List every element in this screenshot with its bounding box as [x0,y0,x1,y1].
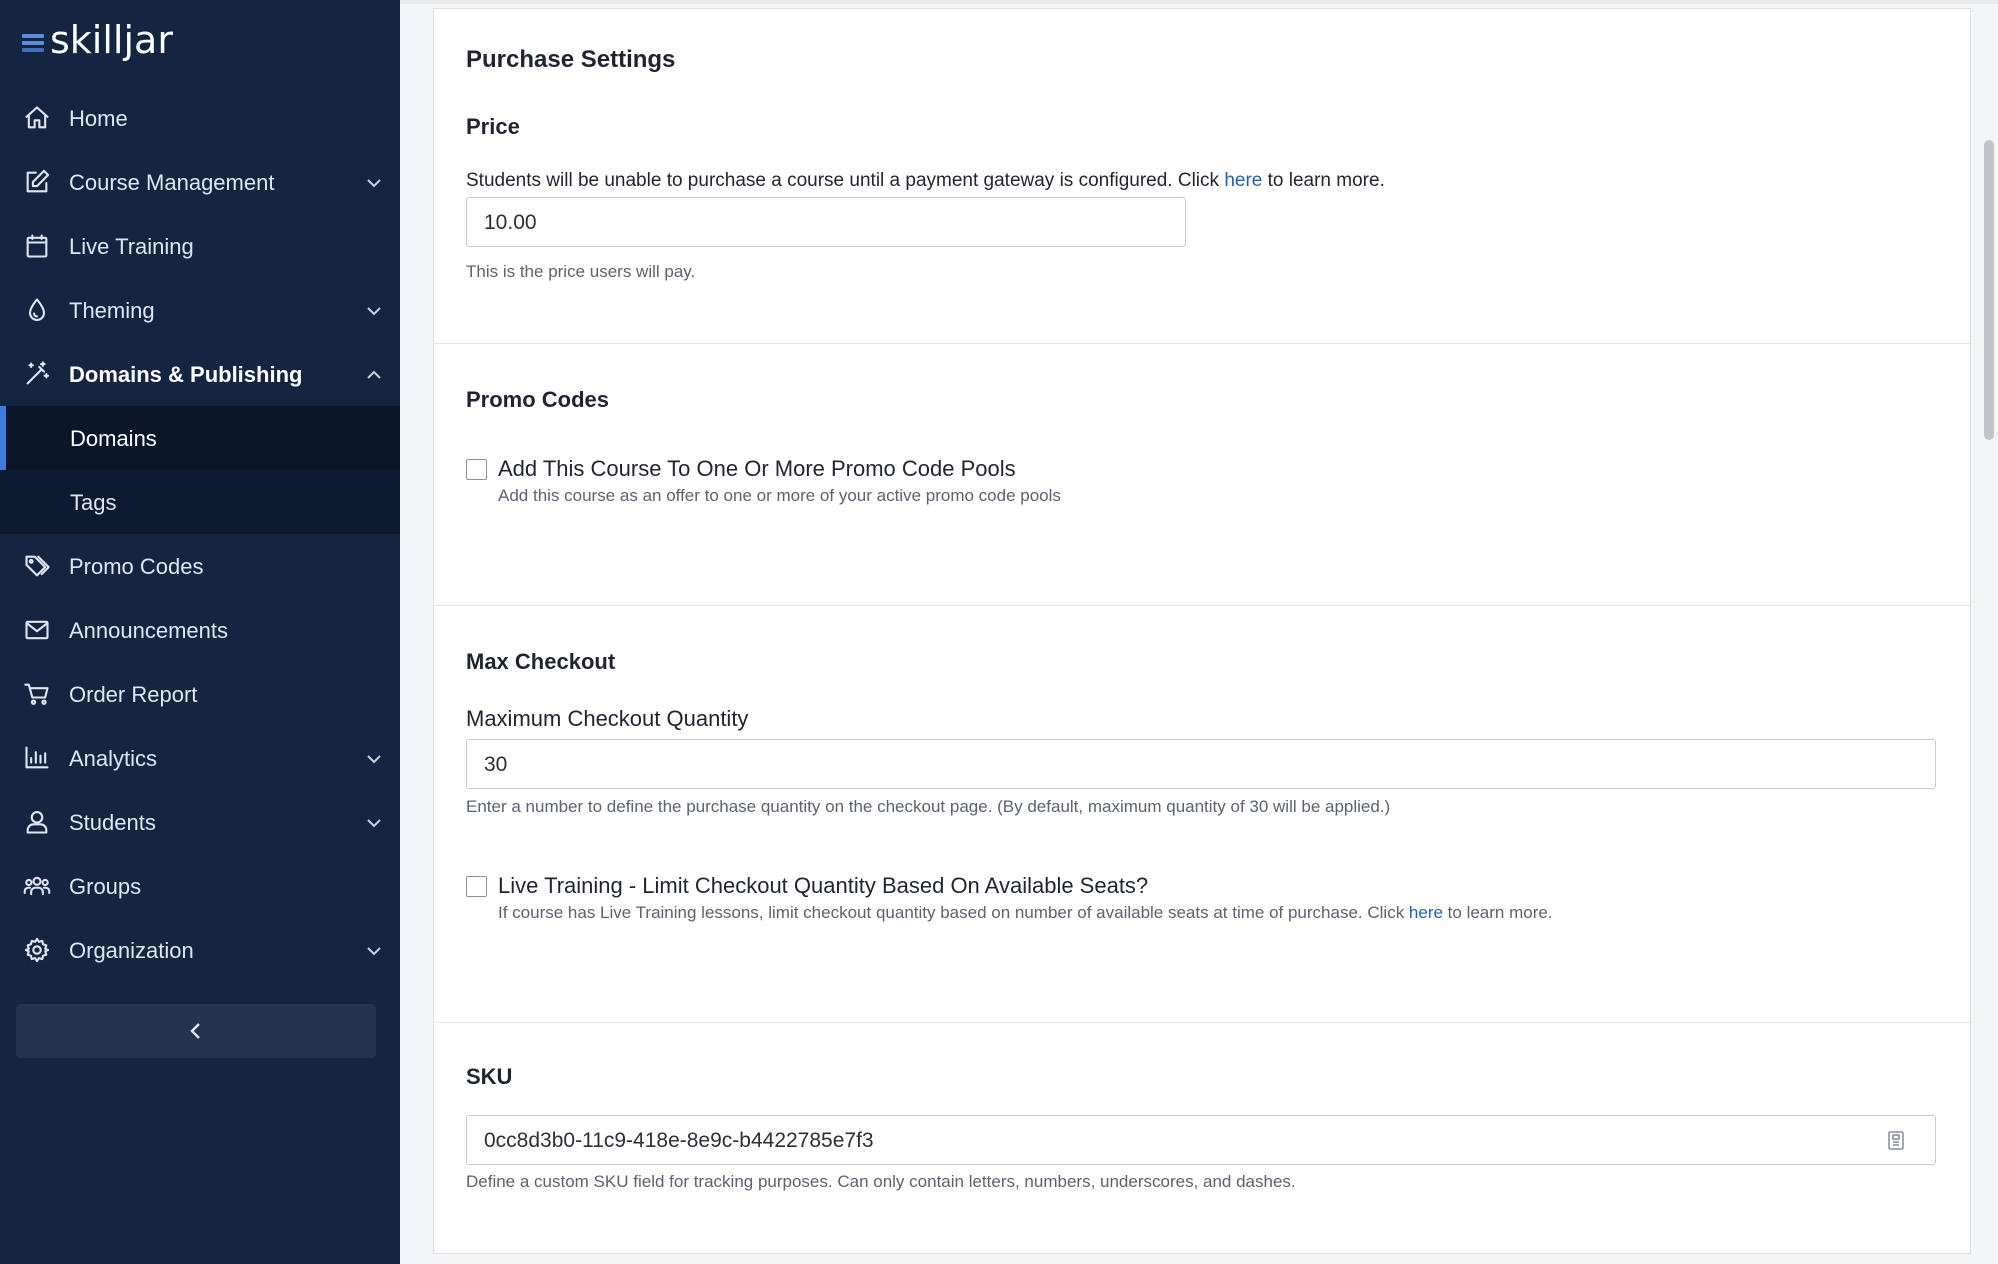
clipboard-icon[interactable] [1887,1130,1905,1150]
skilljar-logo[interactable]: skilljar [22,18,173,62]
sidebar-item-label: Students [69,810,156,835]
promo-pool-label[interactable]: Add This Course To One Or More Promo Cod… [498,456,1016,482]
price-value: 10.00 [484,211,537,234]
sidebar-item-theming[interactable]: Theming [0,278,400,342]
max-checkout-heading: Max Checkout [466,649,616,674]
sidebar-subitem-domains[interactable]: Domains [0,406,400,470]
max-checkout-section: Max Checkout Maximum Checkout Quantity 3… [434,606,1970,1023]
chevron-down-icon[interactable] [366,304,382,316]
sidebar-item-groups[interactable]: Groups [0,854,400,918]
max-checkout-help: Enter a number to define the purchase qu… [466,797,1391,816]
chevron-up-icon[interactable] [366,368,382,380]
sidebar-subitem-label: Tags [70,490,117,515]
live-training-limit-help: If course has Live Training lessons, lim… [498,903,1553,922]
max-checkout-input[interactable]: 30 [466,739,1936,789]
max-checkout-value: 30 [484,753,508,776]
sidebar-item-label: Groups [69,874,142,899]
chevron-down-icon[interactable] [366,944,382,956]
sidebar-item-live-training[interactable]: Live Training [0,214,400,278]
sidebar-nav: Home Course Management Live Training The… [0,86,400,982]
sidebar-item-label: Announcements [69,618,228,643]
promo-codes-section: Promo Codes Add This Course To One Or Mo… [434,344,1970,606]
sidebar-item-organization[interactable]: Organization [0,918,400,982]
sidebar-item-label: Theming [69,298,155,323]
sidebar-item-label: Order Report [69,682,198,707]
price-section: Purchase Settings Price Students will be… [434,9,1970,344]
learn-more-link[interactable]: here [1224,170,1262,191]
edit-icon [22,169,52,195]
chevron-down-icon[interactable] [366,816,382,828]
sidebar-item-students[interactable]: Students [0,790,400,854]
gear-icon [22,937,52,963]
page-title: Purchase Settings [466,46,676,73]
live-training-limit-checkbox[interactable] [466,876,487,897]
sidebar-item-label: Home [69,106,128,131]
sidebar-item-label: Live Training [69,234,194,259]
chevron-down-icon[interactable] [366,752,382,764]
users-icon [22,873,52,899]
chevron-down-icon[interactable] [366,176,382,188]
cart-icon [22,681,52,707]
calendar-icon [22,233,52,259]
main-content: Purchase Settings Price Students will be… [400,0,1998,1264]
sku-value: 0cc8d3b0-11c9-418e-8e9c-b4422785e7f3 [484,1129,874,1152]
sidebar-item-label: Analytics [69,746,158,771]
sidebar-subitem-tags[interactable]: Tags [0,470,400,534]
user-icon [22,809,52,835]
sidebar-item-course-management[interactable]: Course Management [0,150,400,214]
price-help-text: This is the price users will pay. [466,262,696,281]
promo-pool-help: Add this course as an offer to one or mo… [498,486,1061,505]
sidebar-item-announcements[interactable]: Announcements [0,598,400,662]
sidebar-subitem-label: Domains [70,426,157,451]
price-description: Students will be unable to purchase a co… [466,170,1385,191]
learn-more-link[interactable]: here [1409,903,1443,922]
chevron-left-icon [188,1021,204,1041]
max-checkout-label: Maximum Checkout Quantity [466,706,749,731]
purchase-settings-card: Purchase Settings Price Students will be… [433,8,1971,1254]
logo-mark-icon [22,34,46,56]
promo-codes-heading: Promo Codes [466,387,610,412]
promo-pool-checkbox[interactable] [466,459,487,480]
sku-heading: SKU [466,1064,513,1089]
price-input[interactable]: 10.00 [466,197,1186,247]
domains-publishing-subnav: Domains Tags [0,406,400,534]
sidebar-item-promo-codes[interactable]: Promo Codes [0,534,400,598]
mail-icon [22,617,52,643]
sidebar-item-label: Domains & Publishing [69,362,303,387]
sidebar: skilljar Home Course Management Live Tra… [0,0,400,1264]
sidebar-item-order-report[interactable]: Order Report [0,662,400,726]
sku-help-text: Define a custom SKU field for tracking p… [466,1172,1296,1191]
wand-icon [22,361,52,387]
sku-section: SKU 0cc8d3b0-11c9-418e-8e9c-b4422785e7f3… [434,1023,1970,1255]
sidebar-item-analytics[interactable]: Analytics [0,726,400,790]
droplet-icon [22,297,52,323]
price-heading: Price [466,114,520,139]
logo-text: skilljar [50,18,173,62]
live-training-limit-label[interactable]: Live Training - Limit Checkout Quantity … [498,873,1148,899]
sidebar-item-domains-publishing[interactable]: Domains & Publishing [0,342,400,406]
tag-icon [22,553,52,579]
sidebar-item-label: Organization [69,938,194,963]
sidebar-item-label: Promo Codes [69,554,204,579]
sidebar-item-home[interactable]: Home [0,86,400,150]
scrollbar-thumb[interactable] [1984,140,1994,440]
sku-input[interactable]: 0cc8d3b0-11c9-418e-8e9c-b4422785e7f3 [466,1115,1936,1165]
bar-chart-icon [22,745,52,771]
collapse-sidebar-button[interactable] [16,1004,376,1058]
sidebar-item-label: Course Management [69,170,275,195]
home-icon [22,105,52,131]
